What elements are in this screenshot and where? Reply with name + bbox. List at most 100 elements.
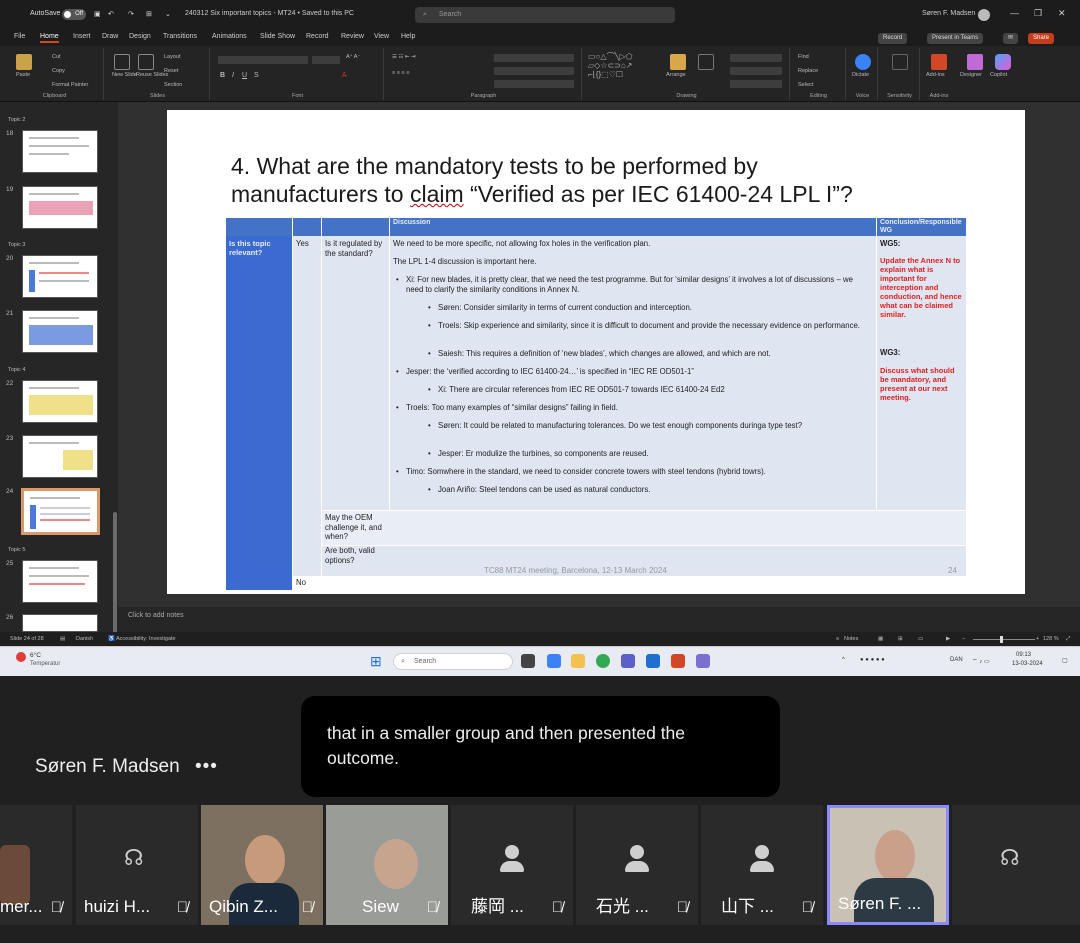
tab-home[interactable]: Home [40,33,59,43]
document-title[interactable]: 240312 Six important topics - MT24 • Sav… [185,10,354,17]
save-icon[interactable]: ▣ [94,10,101,18]
italic-icon[interactable]: I [232,72,234,79]
tab-animations[interactable]: Animations [212,33,247,40]
participant-tile[interactable]: Qibin Z... 🎙̸ [201,805,323,925]
chrome-icon[interactable] [596,654,610,668]
tab-view[interactable]: View [374,33,389,40]
thumbnail-slide-21[interactable] [22,310,98,353]
shapes-gallery[interactable]: ▭○△⌒╲▷⬠ ▱◇☆⊂⊃⌂↗ ⌐⌊{}⬚♡☐ [588,52,632,79]
thumbnail-slide-26[interactable] [22,614,98,632]
close-icon[interactable]: ✕ [1058,8,1066,19]
shape-outline-button[interactable] [730,67,782,75]
participant-tile[interactable]: 藤岡 ... 🎙̸ [451,805,573,925]
redo-icon[interactable]: ↷ [128,10,134,18]
user-name[interactable]: Søren F. Madsen [922,10,975,17]
outlook-icon[interactable] [646,654,660,668]
tab-transitions[interactable]: Transitions [163,33,197,40]
taskbar-search[interactable]: ⌕ Search [393,653,513,670]
keyboard-language[interactable]: DAN [950,657,963,663]
reuse-slides-icon[interactable] [138,54,154,70]
add-ins-button[interactable]: Add-ins [926,72,945,78]
section-topic-4[interactable]: Topic 4 [8,367,25,373]
arrange-button[interactable]: Arrange [666,72,686,78]
participant-tile[interactable]: mer... 🎙̸ [0,805,72,925]
arrange-icon[interactable] [670,54,686,70]
dictate-button[interactable]: Dictate [852,72,869,78]
new-slide-icon[interactable] [114,54,130,70]
thumbnail-slide-20[interactable] [22,255,98,298]
participant-tile[interactable]: ☊ [952,805,1080,925]
layout-button[interactable]: Layout [164,54,181,60]
present-icon[interactable]: ⊞ [146,10,152,18]
autosave-toggle[interactable]: Off [62,9,86,20]
tab-draw[interactable]: Draw [102,33,118,40]
accessibility-icon[interactable]: ♿ [108,636,115,642]
notes-button[interactable]: Notes [844,636,858,642]
notification-icon[interactable]: ▢ [1062,657,1068,664]
slide-24[interactable]: 4. What are the mandatory tests to be pe… [167,110,1025,594]
paste-label[interactable]: Paste [16,72,30,78]
reset-button[interactable]: Reset [164,68,178,74]
participant-tile-active-speaker[interactable]: Søren F. ... [827,805,949,925]
find-button[interactable]: Find [798,54,809,60]
present-in-teams-button[interactable]: Present in Teams [927,33,984,44]
designer-button[interactable]: Designer [960,72,982,78]
zoom-level[interactable]: 128 % [1043,636,1059,642]
teams-work-icon[interactable] [696,654,710,668]
tab-help[interactable]: Help [401,33,415,40]
format-painter-button[interactable]: Format Painter [52,82,88,88]
minimize-icon[interactable]: — [1010,8,1019,18]
participant-tile[interactable]: ☊ huizi H... 🎙̸ [76,805,198,925]
search-box[interactable]: ⌕ Search [415,7,675,23]
thumbnail-slide-24-selected[interactable] [21,488,100,535]
cut-button[interactable]: Cut [52,54,61,60]
sensitivity-icon[interactable] [892,54,908,70]
thumbnail-slide-25[interactable] [22,560,98,603]
weather-label[interactable]: Temperatur [30,661,60,667]
widgets-icon[interactable] [547,654,561,668]
notes-icon[interactable]: ≡ [836,636,839,642]
font-color-icon[interactable]: A [342,72,347,79]
slideshow-icon[interactable]: ▶ [946,636,950,642]
weather-icon[interactable] [16,652,26,662]
quick-styles-icon[interactable] [698,54,714,70]
participant-tile[interactable]: 石光 ... 🎙̸ [576,805,698,925]
grow-font-icon[interactable]: A⁺ A⁻ [346,54,360,60]
thumbnail-slide-23[interactable] [22,435,98,478]
shape-fill-button[interactable] [730,54,782,62]
discussion-table[interactable]: Discussion Conclusion/Responsible WG Is … [226,218,966,590]
powerpoint-icon[interactable] [671,654,685,668]
thumbnail-slide-18[interactable] [22,130,98,173]
thumbnail-slide-19[interactable] [22,186,98,229]
share-button[interactable]: Share [1028,33,1055,44]
section-button[interactable]: Section [164,82,182,88]
qat-more-icon[interactable]: ⌄ [165,10,171,18]
normal-view-icon[interactable]: ▦ [878,636,883,642]
section-topic-3[interactable]: Topic 3 [8,242,25,248]
participant-tile[interactable]: Siew 🎙̸ [326,805,448,925]
comments-icon[interactable]: ✉ [1003,33,1019,44]
zoom-out-icon[interactable]: − [962,636,965,642]
tab-record[interactable]: Record [306,33,329,40]
language-indicator[interactable]: Danish [76,636,93,642]
bullets-icon[interactable]: ☰ ☷ ⇤ ⇥ [392,54,416,60]
notes-pane[interactable]: Click to add notes [118,607,1080,632]
font-name-select[interactable] [218,56,308,64]
accessibility-status[interactable]: Accessibility: Investigate [116,636,176,642]
task-view-icon[interactable] [521,654,535,668]
participant-tile[interactable]: 山下 ... 🎙̸ [701,805,823,925]
bold-icon[interactable]: B [220,72,225,79]
clock-time[interactable]: 09:13 [1016,652,1031,658]
presenter-more-icon[interactable]: ••• [195,756,218,778]
smartart-button[interactable] [494,80,574,88]
copilot-icon[interactable] [995,54,1011,70]
user-avatar[interactable] [978,9,990,21]
tray-chevron-icon[interactable]: ^ [842,657,845,663]
network-volume-icons[interactable]: ⌔ ♪ ▭ [972,657,990,665]
replace-button[interactable]: Replace [798,68,818,74]
slide-sorter-icon[interactable]: ⊞ [898,636,903,642]
proofing-icon[interactable]: ▤ [60,636,65,642]
reading-view-icon[interactable]: ▭ [918,636,923,642]
text-direction-button[interactable] [494,54,574,62]
weather-temp[interactable]: 6°C [30,652,41,659]
